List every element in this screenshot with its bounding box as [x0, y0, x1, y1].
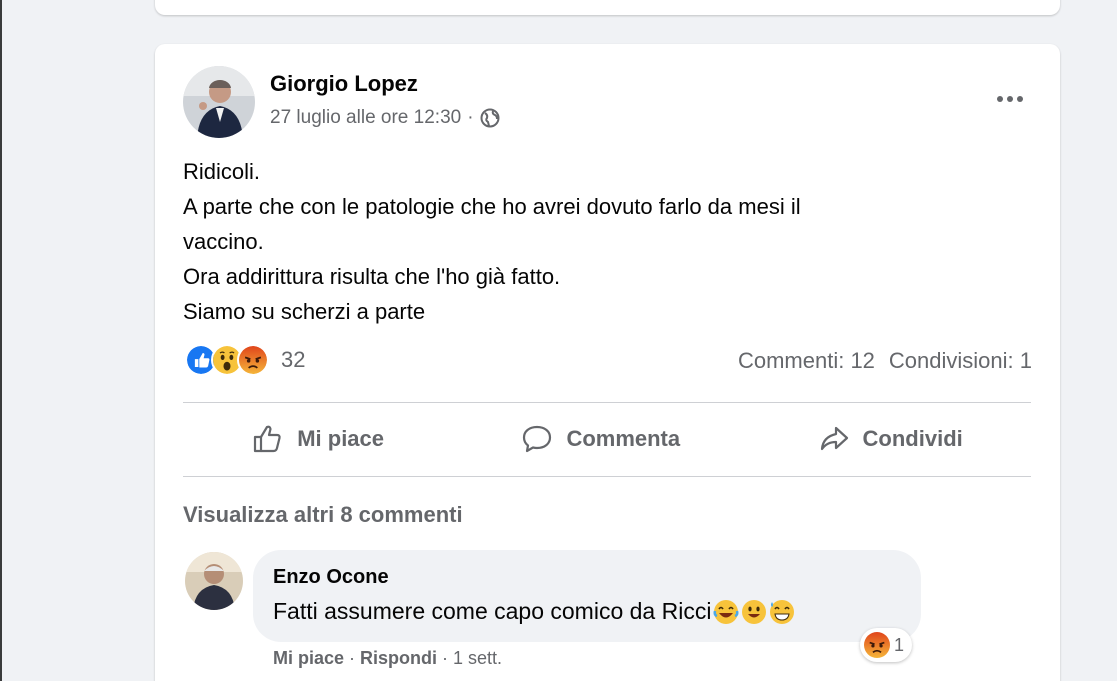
- comment-author-name[interactable]: Enzo Ocone: [273, 566, 389, 589]
- angry-reaction-icon: [237, 344, 269, 376]
- window-edge: [0, 0, 2, 681]
- more-options-icon[interactable]: [990, 84, 1030, 114]
- post-text-line: vaccino.: [183, 229, 264, 254]
- shares-count[interactable]: Condivisioni: 1: [889, 348, 1032, 374]
- post-actions: Mi piace Commenta Condividi: [183, 416, 1031, 462]
- post-text-line: A parte che con le patologie che ho avre…: [183, 194, 801, 219]
- comment-reply-link[interactable]: Rispondi: [360, 648, 437, 669]
- comment-like-link[interactable]: Mi piace: [273, 648, 344, 669]
- comment-label: Commenta: [566, 426, 681, 451]
- share-button[interactable]: Condividi: [805, 416, 975, 462]
- meta-separator: ·: [467, 107, 474, 128]
- divider: [183, 402, 1031, 403]
- comment-reaction-count: 1: [894, 634, 905, 655]
- angry-reaction-icon: [864, 632, 890, 658]
- commenter-avatar[interactable]: [185, 552, 243, 610]
- post-meta: 27 luglio alle ore 12:30 ·: [270, 107, 500, 129]
- like-label: Mi piace: [297, 426, 385, 451]
- post-text-line: Ora addirittura risulta che l'ho già fat…: [183, 264, 561, 289]
- comments-count[interactable]: Commenti: 12: [738, 348, 875, 374]
- comment-text: Fatti assumere come capo comico da Ricci: [273, 598, 795, 625]
- reactions-summary[interactable]: 32: [185, 344, 305, 376]
- share-icon: [820, 426, 848, 451]
- divider: [183, 476, 1031, 477]
- comment-reaction-badge[interactable]: 1: [860, 628, 913, 662]
- comment-actions: Mi piace · Rispondi · 1 sett.: [273, 648, 502, 669]
- author-avatar[interactable]: [183, 66, 255, 138]
- share-label: Condividi: [862, 426, 963, 451]
- grin-sweat-emoji: [770, 599, 795, 624]
- engagement-counts: Commenti: 12 Condivisioni: 1: [738, 348, 1032, 374]
- reaction-count: 32: [281, 347, 306, 372]
- post-card: Giorgio Lopez 27 luglio alle ore 12:30 ·…: [155, 44, 1060, 681]
- laughing-tears-emoji: [713, 599, 739, 624]
- post-text: Ridicoli. A parte che con le patologie c…: [183, 154, 1033, 329]
- globe-icon: [480, 108, 500, 128]
- post-author-name[interactable]: Giorgio Lopez: [270, 71, 418, 97]
- view-more-comments-link[interactable]: Visualizza altri 8 commenti: [183, 502, 463, 528]
- post-text-line: Ridicoli.: [183, 159, 261, 184]
- like-button[interactable]: Mi piace: [239, 416, 396, 462]
- comment-text-content: Fatti assumere come capo comico da Ricci: [273, 598, 712, 624]
- comment-button[interactable]: Commenta: [508, 416, 692, 462]
- previous-post-card: [155, 0, 1060, 15]
- comment-time[interactable]: 1 sett.: [453, 648, 502, 669]
- thumbs-up-icon: [254, 425, 281, 453]
- comment-actions-separator: ·: [442, 648, 449, 668]
- comment-actions-separator: ·: [349, 648, 356, 668]
- post-text-line: Siamo su scherzi a parte: [183, 299, 426, 324]
- post-date[interactable]: 27 luglio alle ore 12:30: [270, 107, 461, 129]
- comment-icon: [523, 425, 552, 453]
- comment-bubble: Enzo Ocone Fatti assumere come capo comi…: [253, 550, 921, 642]
- smiley-emoji: [742, 599, 767, 624]
